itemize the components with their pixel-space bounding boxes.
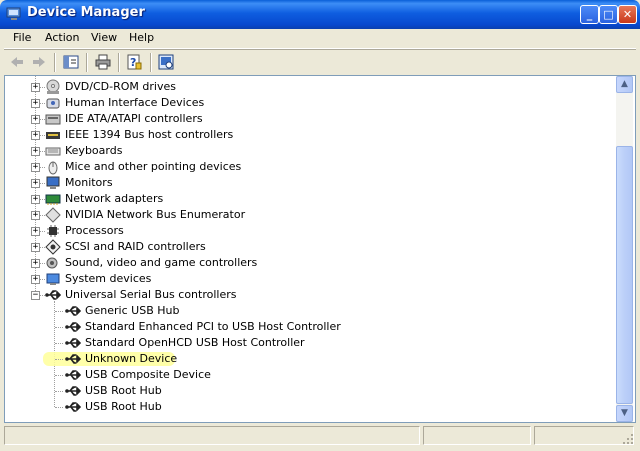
usb-icon [45,290,61,300]
svg-text:?: ? [130,56,136,69]
tree-item-label: System devices [65,272,152,285]
tree-item-label: Universal Serial Bus controllers [65,288,237,301]
usb-icon [65,370,81,380]
scsi-icon [45,239,61,255]
vertical-scrollbar[interactable]: ▲ ▼ [616,76,633,422]
menu-view[interactable]: View [91,31,117,44]
tree-connector-line [55,327,63,329]
tree-item-label: Network adapters [65,192,164,205]
scroll-thumb[interactable] [616,146,633,404]
maximize-button[interactable]: □ [599,5,618,24]
ieee1394-icon [46,132,60,139]
toolbar-separator [54,53,56,72]
mouse-icon [48,161,58,175]
usb-icon [65,306,81,316]
processor-icon [47,225,59,237]
tree-item-label: Keyboards [65,144,123,157]
minimize-button[interactable]: _ [580,5,599,24]
tree-connector-line [55,407,63,409]
expand-icon[interactable]: + [31,83,40,92]
menu-action[interactable]: Action [45,31,79,44]
back-icon[interactable] [8,53,26,71]
status-pane-main [4,426,420,445]
expand-icon[interactable]: + [31,275,40,284]
tree-item-label: Mice and other pointing devices [65,160,242,173]
network-adapter-icon [45,194,61,205]
usb-icon [65,322,81,332]
toolbar-separator [118,53,120,72]
close-button[interactable]: ✕ [618,5,637,24]
title-bar[interactable]: Device Manager _ □ ✕ [0,0,640,29]
scroll-up-button[interactable]: ▲ [616,76,633,93]
expand-icon[interactable]: + [31,163,40,172]
keyboard-icon [45,147,61,156]
tree-item-label: Monitors [65,176,113,189]
print-icon[interactable] [94,53,112,71]
usb-icon [65,354,81,364]
expand-icon[interactable]: + [31,259,40,268]
scroll-down-button[interactable]: ▼ [616,405,633,422]
usb-icon [65,338,81,348]
scan-hardware-icon[interactable] [157,53,175,71]
dvd-drive-icon [46,79,60,94]
toolbar-separator [150,53,152,72]
menu-bar: File Action View Help [4,29,636,49]
tree-item-label: NVIDIA Network Bus Enumerator [65,208,246,221]
tree-item-label: Processors [65,224,124,237]
status-pane-2 [423,426,531,445]
toolbar-separator [86,53,88,72]
expand-icon[interactable]: + [31,179,40,188]
tree-connector-line [55,343,63,345]
usb-icon [65,386,81,396]
tree-item-label: SCSI and RAID controllers [65,240,206,253]
show-hide-tree-icon[interactable] [62,53,80,71]
tree-item-label: Human Interface Devices [65,96,205,109]
expand-icon[interactable]: + [31,211,40,220]
tree-item-label: Standard OpenHCD USB Host Controller [85,336,305,349]
system-devices-icon [46,273,60,285]
toolbar: ? [4,49,636,75]
status-bar [4,425,636,447]
tree-connector-line [55,375,63,377]
tree-item-label: DVD/CD-ROM drives [65,80,176,93]
tree-item-label: IEEE 1394 Bus host controllers [65,128,234,141]
menu-file[interactable]: File [13,31,31,44]
nvidia-bus-icon [45,207,61,223]
expand-icon[interactable]: + [31,227,40,236]
expand-icon[interactable]: + [31,147,40,156]
status-pane-3 [534,426,634,445]
tree-item-label: Unknown Device [85,352,178,365]
window-title: Device Manager [27,5,145,20]
sound-icon [46,257,58,269]
tree-connector-line [55,359,63,361]
expand-icon[interactable]: + [31,243,40,252]
device-manager-app-icon [6,7,21,20]
forward-icon[interactable] [30,53,48,71]
tree-item-label: Generic USB Hub [85,304,180,317]
tree-item-label: USB Root Hub [85,384,162,397]
expand-icon[interactable]: + [31,115,40,124]
tree-connector-line [55,391,63,393]
tree-item-label: USB Root Hub [85,400,162,413]
help-properties-icon[interactable]: ? [125,53,143,71]
menu-help[interactable]: Help [129,31,154,44]
tree-item-label: USB Composite Device [85,368,211,381]
hid-icon [46,98,60,109]
usb-icon [65,402,81,412]
ide-controller-icon [45,114,61,125]
tree-item-label: Standard Enhanced PCI to USB Host Contro… [85,320,341,333]
resize-grip-icon[interactable] [622,433,634,445]
expand-icon[interactable]: + [31,195,40,204]
collapse-icon[interactable]: − [31,291,40,300]
device-manager-window: Device Manager _ □ ✕ File Action View He… [0,0,640,451]
tree-item-label: Sound, video and game controllers [65,256,258,269]
expand-icon[interactable]: + [31,131,40,140]
tree-connector-line [55,311,63,313]
device-tree[interactable]: DVD/CD-ROM drives + Human Interface Device… [4,75,636,423]
tree-item-label: IDE ATA/ATAPI controllers [65,112,203,125]
expand-icon[interactable]: + [31,99,40,108]
monitor-icon [46,176,60,189]
